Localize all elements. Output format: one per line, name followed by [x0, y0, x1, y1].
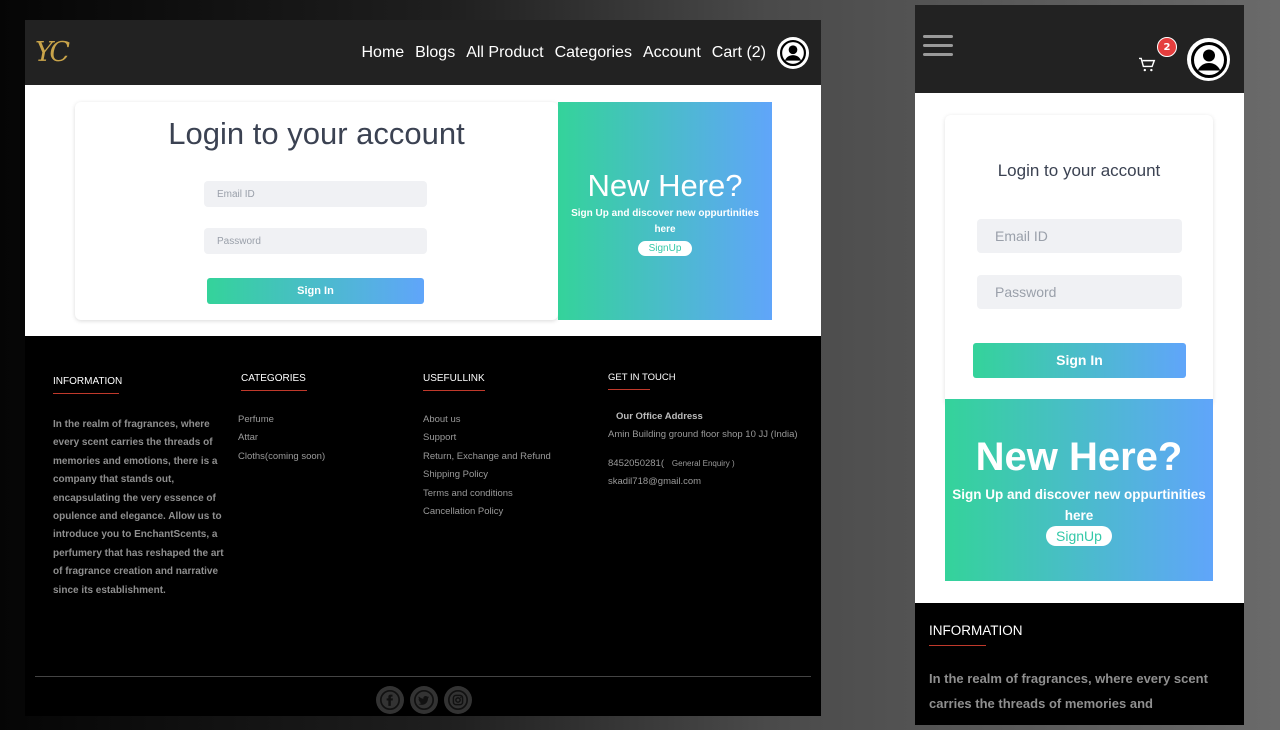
- login-card: Login to your account Email ID Password …: [945, 115, 1213, 405]
- nav-categories[interactable]: Categories: [555, 44, 632, 62]
- heading-underline: [241, 390, 307, 391]
- mobile-footer-information: INFORMATION In the realm of fragrances, …: [929, 623, 1231, 716]
- heading-underline: [929, 645, 986, 646]
- footer-information: INFORMATION In the realm of fragrances, …: [53, 376, 228, 600]
- enquiry-label: General Enquiry ): [671, 458, 735, 468]
- footer-heading: INFORMATION: [53, 376, 123, 387]
- footer-link[interactable]: Terms and conditions: [423, 485, 551, 503]
- signup-button[interactable]: SignUp: [1046, 526, 1112, 546]
- footer-link[interactable]: Cancellation Policy: [423, 503, 551, 521]
- new-here-subtitle: Sign Up and discover new oppurtinities h…: [571, 208, 759, 235]
- footer-link[interactable]: Perfume: [238, 411, 325, 429]
- mobile-preview: 2 Login to your account Email ID Passwor…: [915, 5, 1244, 725]
- contact-email[interactable]: skadil718@gmail.com: [608, 473, 798, 491]
- heading-underline: [423, 390, 485, 391]
- password-field[interactable]: Password: [204, 228, 427, 254]
- sign-in-button[interactable]: Sign In: [207, 278, 424, 304]
- footer-link[interactable]: Support: [423, 429, 551, 447]
- login-section: Login to your account Email ID Password …: [25, 85, 821, 336]
- new-here-subtitle: Sign Up and discover new oppurtinities h…: [952, 487, 1206, 523]
- mobile-navbar: 2: [915, 5, 1244, 93]
- footer-divider: [35, 676, 811, 677]
- nav-blogs[interactable]: Blogs: [415, 44, 455, 62]
- instagram-icon[interactable]: [444, 686, 472, 714]
- mobile-login-section: Login to your account Email ID Password …: [915, 93, 1244, 603]
- footer-heading: CATEGORIES: [241, 373, 306, 384]
- user-avatar-button[interactable]: [777, 36, 809, 69]
- signup-button[interactable]: SignUp: [637, 241, 693, 256]
- footer-link[interactable]: Attar: [238, 429, 325, 447]
- heading-underline: [608, 389, 650, 390]
- nav-home[interactable]: Home: [361, 44, 404, 62]
- login-title: Login to your account: [168, 116, 465, 151]
- footer-heading: GET IN TOUCH: [608, 372, 676, 383]
- footer-contact: GET IN TOUCH Our Office Address Amin Bui…: [608, 372, 798, 492]
- footer-categories: CATEGORIES Perfume Attar Cloths(coming s…: [238, 373, 325, 466]
- login-title: Login to your account: [997, 161, 1161, 180]
- cart-icon[interactable]: [1138, 57, 1156, 73]
- footer-link[interactable]: About us: [423, 411, 551, 429]
- new-here-title: New Here?: [587, 168, 743, 203]
- nav-all-product[interactable]: All Product: [466, 44, 543, 62]
- sign-in-button[interactable]: Sign In: [973, 343, 1186, 378]
- desktop-preview: YC Home Blogs All Product Categories Acc…: [25, 20, 821, 716]
- footer-link[interactable]: Shipping Policy: [423, 466, 551, 484]
- cart-count-badge: 2: [1157, 37, 1177, 57]
- new-here-panel: New Here? Sign Up and discover new oppur…: [558, 102, 772, 320]
- new-here-title: New Here?: [975, 435, 1183, 479]
- hamburger-menu-icon[interactable]: [923, 35, 953, 62]
- office-address: Amin Building ground floor shop 10 JJ (I…: [608, 429, 798, 441]
- footer-heading: INFORMATION: [929, 623, 1023, 638]
- phone-number[interactable]: 8452050281(: [608, 458, 664, 469]
- nav-account[interactable]: Account: [643, 44, 701, 62]
- user-icon: [1190, 41, 1227, 78]
- user-icon: [780, 39, 806, 66]
- nav-cart[interactable]: Cart (2): [712, 44, 766, 62]
- user-avatar-button[interactable]: [1187, 38, 1230, 81]
- footer-heading: USEFULLINK: [423, 373, 485, 384]
- office-address-label: Our Office Address: [616, 411, 703, 422]
- nav-links: Home Blogs All Product Categories Accoun…: [361, 36, 809, 69]
- social-links: [376, 686, 472, 714]
- brand-logo[interactable]: YC: [35, 37, 70, 68]
- footer-about-text: In the realm of fragrances, where every …: [53, 419, 224, 596]
- facebook-icon[interactable]: [376, 686, 404, 714]
- desktop-navbar: YC Home Blogs All Product Categories Acc…: [25, 20, 821, 85]
- login-card: Login to your account Email ID Password …: [75, 102, 558, 320]
- twitter-icon[interactable]: [410, 686, 438, 714]
- footer-about-text: In the realm of fragrances, where every …: [929, 671, 1208, 711]
- footer-link[interactable]: Cloths(coming soon): [238, 448, 325, 466]
- email-field[interactable]: Email ID: [204, 181, 427, 207]
- heading-underline: [53, 393, 119, 394]
- password-field[interactable]: Password: [977, 275, 1182, 309]
- footer-usefullink: USEFULLINK About us Support Return, Exch…: [423, 373, 551, 521]
- footer-link[interactable]: Return, Exchange and Refund: [423, 448, 551, 466]
- email-field[interactable]: Email ID: [977, 219, 1182, 253]
- new-here-panel: New Here? Sign Up and discover new oppur…: [945, 399, 1213, 581]
